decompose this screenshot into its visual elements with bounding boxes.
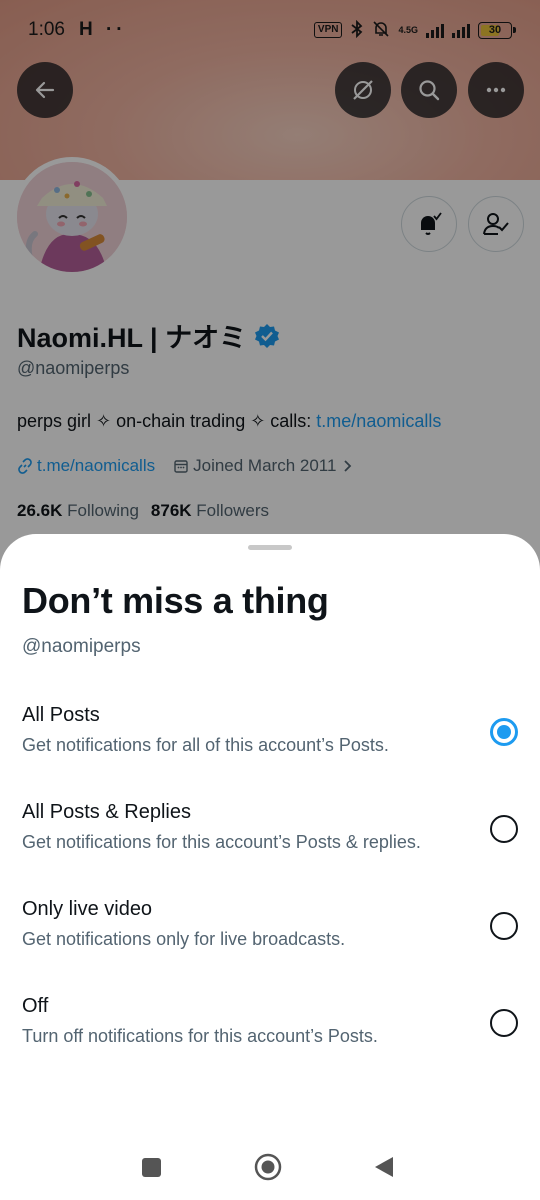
- radio-all-posts-replies[interactable]: [490, 815, 518, 843]
- option-all-posts-replies[interactable]: All Posts & Replies Get notifications fo…: [0, 801, 540, 881]
- home-button[interactable]: [254, 1153, 282, 1181]
- system-nav-bar: [0, 1140, 540, 1200]
- radio-live-video[interactable]: [490, 912, 518, 940]
- recents-button[interactable]: [142, 1158, 161, 1177]
- sheet-handle: @naomiperps: [22, 636, 141, 657]
- option-all-posts[interactable]: All Posts Get notifications for all of t…: [0, 704, 540, 784]
- option-description: Get notifications for this account’s Pos…: [22, 832, 421, 852]
- sheet-title: Don’t miss a thing: [22, 580, 329, 621]
- option-title: Only live video: [22, 898, 153, 920]
- option-live-video[interactable]: Only live video Get notifications only f…: [0, 898, 540, 978]
- sheet-drag-handle[interactable]: [248, 545, 292, 550]
- option-description: Turn off notifications for this account’…: [22, 1026, 378, 1046]
- back-nav-button[interactable]: [375, 1157, 393, 1177]
- option-off[interactable]: Off Turn off notifications for this acco…: [0, 995, 540, 1075]
- radio-all-posts[interactable]: [490, 718, 518, 746]
- option-description: Get notifications only for live broadcas…: [22, 929, 346, 949]
- option-title: All Posts & Replies: [22, 801, 191, 823]
- option-title: Off: [22, 995, 49, 1017]
- option-description: Get notifications for all of this accoun…: [22, 735, 389, 755]
- option-title: All Posts: [22, 704, 100, 726]
- notification-settings-sheet: Don’t miss a thing @naomiperps All Posts…: [0, 534, 540, 1200]
- radio-off[interactable]: [490, 1009, 518, 1037]
